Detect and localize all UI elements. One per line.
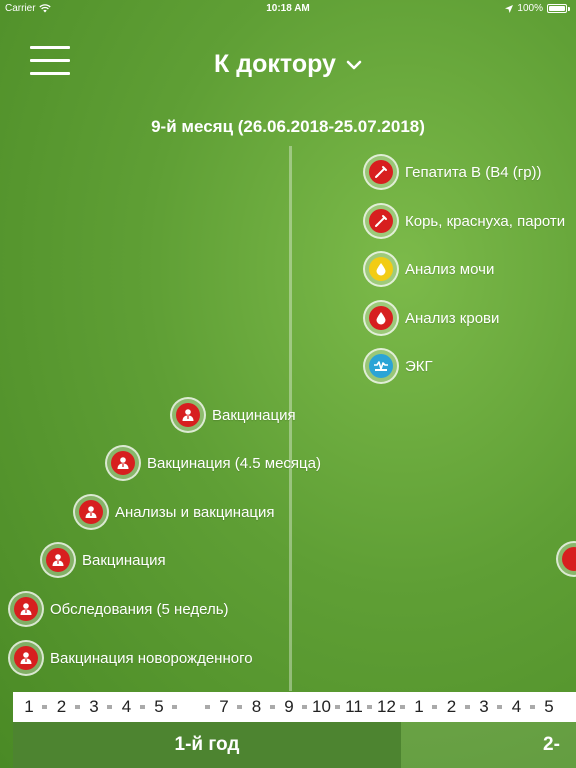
month-tick-label: 1 [24,697,34,716]
battery-tip [568,6,570,11]
page-title: К доктору [214,50,336,78]
month-tick-label: 10 [312,697,331,716]
year-tab-1[interactable]: 1-й год [13,722,401,768]
event-marker [363,348,399,384]
event-marker [105,445,141,481]
event-label: Вакцинация (4.5 месяца) [147,454,321,472]
blood-drop-icon [369,306,393,330]
month-tick[interactable]: 5 [534,696,564,718]
status-time: 10:18 AM [266,3,310,14]
month-tick[interactable]: 4 [112,696,142,718]
event-label: Вакцинация новорожденного [50,649,253,667]
battery-percent: 100% [517,3,543,14]
event-label: Анализ крови [405,309,500,327]
doctor-icon [46,548,70,572]
event-hepatitis-b[interactable]: Гепатита В (В4 (гр)) [363,154,542,190]
month-tick-label: 2 [446,697,457,716]
menu-line-icon [30,46,70,49]
month-tick-label: 8 [251,697,262,716]
month-tick-label: 12 [377,697,396,716]
battery-icon [547,4,567,13]
event-checkup-5-weeks[interactable]: Обследования (5 недель) [8,591,229,627]
event-blood-test[interactable]: Анализ крови [363,300,499,336]
month-tick[interactable]: 8 [242,696,272,718]
event-label: Корь, краснуха, пароти [405,212,566,230]
month-tick[interactable]: 10 [307,696,337,718]
ecg-icon [369,354,393,378]
chevron-down-icon [346,60,362,69]
event-label: Анализ мочи [405,260,495,278]
status-right: 100% [505,3,570,14]
month-tick[interactable]: 9 [274,696,304,718]
month-tick[interactable]: 1 [14,696,44,718]
event-tests-and-vaccination[interactable]: Анализы и вакцинация [73,494,275,530]
month-tick[interactable]: 7 [209,696,239,718]
event-marker [40,542,76,578]
event-marker [8,591,44,627]
syringe-icon [369,209,393,233]
event-marker [8,640,44,676]
doctor-icon [176,403,200,427]
event-ecg[interactable]: ЭКГ [363,348,433,384]
event-marker [170,397,206,433]
month-tick-label: 1 [414,697,424,716]
event-marker [363,300,399,336]
syringe-icon [369,160,393,184]
doctor-icon [79,500,103,524]
event-mmr[interactable]: Корь, краснуха, пароти [363,203,565,239]
event-marker [363,154,399,190]
event-vaccination-1[interactable]: Вакцинация [170,397,296,433]
urine-drop-icon [369,257,393,281]
month-tick[interactable]: 2 [47,696,77,718]
event-vaccination-4-5[interactable]: Вакцинация (4.5 месяца) [105,445,321,481]
doctor-icon [562,547,576,571]
month-tick[interactable]: 2 [437,696,467,718]
event-label: ЭКГ [405,357,433,375]
event-label: Анализы и вакцинация [115,503,275,521]
month-tick[interactable]: 4 [502,696,532,718]
month-tick-label: 11 [345,697,363,716]
event-label: Вакцинация [82,551,166,569]
month-tick-selected[interactable]: 6 [177,695,207,719]
event-marker [363,251,399,287]
month-tick[interactable]: 1 [404,696,434,718]
month-tick-label: 3 [89,697,99,716]
event-vaccination-2[interactable]: Вакцинация [40,542,166,578]
month-tick-label: 9 [284,697,294,716]
event-marker [556,541,576,577]
doctor-icon [14,597,38,621]
month-tick[interactable]: 5 [144,696,174,718]
location-arrow-icon [505,4,514,13]
event-marker [73,494,109,530]
event-marker-offscreen[interactable] [556,541,576,577]
event-newborn-vaccination[interactable]: Вакцинация новорожденного [8,640,253,676]
month-tick-label: 6 [186,697,197,716]
month-tick-label: 4 [511,697,522,716]
event-urine-test[interactable]: Анализ мочи [363,251,494,287]
month-range: 9-й месяц (26.06.2018-25.07.2018) [151,117,425,136]
month-tick[interactable]: 12 [372,696,402,718]
year-tab-2[interactable]: 2- [401,722,576,768]
month-tick-label: 7 [219,697,229,716]
month-tick[interactable]: 11 [339,696,369,718]
month-tick-label: 3 [479,697,489,716]
status-bar: Carrier 10:18 AM 100% [0,0,576,18]
title-dropdown[interactable]: К доктору [214,50,362,79]
month-tick-label: 2 [56,697,67,716]
month-tick-label: 4 [121,697,132,716]
month-ruler[interactable]: 1 2 3 4 5 6 7 8 9 10 11 12 1 2 3 4 5 [13,692,576,722]
month-tick-label: 5 [154,697,164,716]
event-marker [363,203,399,239]
month-tick-label: 5 [544,697,554,716]
event-label: Гепатита В (В4 (гр)) [405,163,542,181]
year-tabs: 1-й год 2- [13,722,576,768]
doctor-icon [14,646,38,670]
event-label: Обследования (5 недель) [50,600,229,618]
month-tick[interactable]: 3 [469,696,499,718]
event-label: Вакцинация [212,406,296,424]
month-tick[interactable]: 3 [79,696,109,718]
page-title-container: К доктору [0,50,576,79]
doctor-icon [111,451,135,475]
